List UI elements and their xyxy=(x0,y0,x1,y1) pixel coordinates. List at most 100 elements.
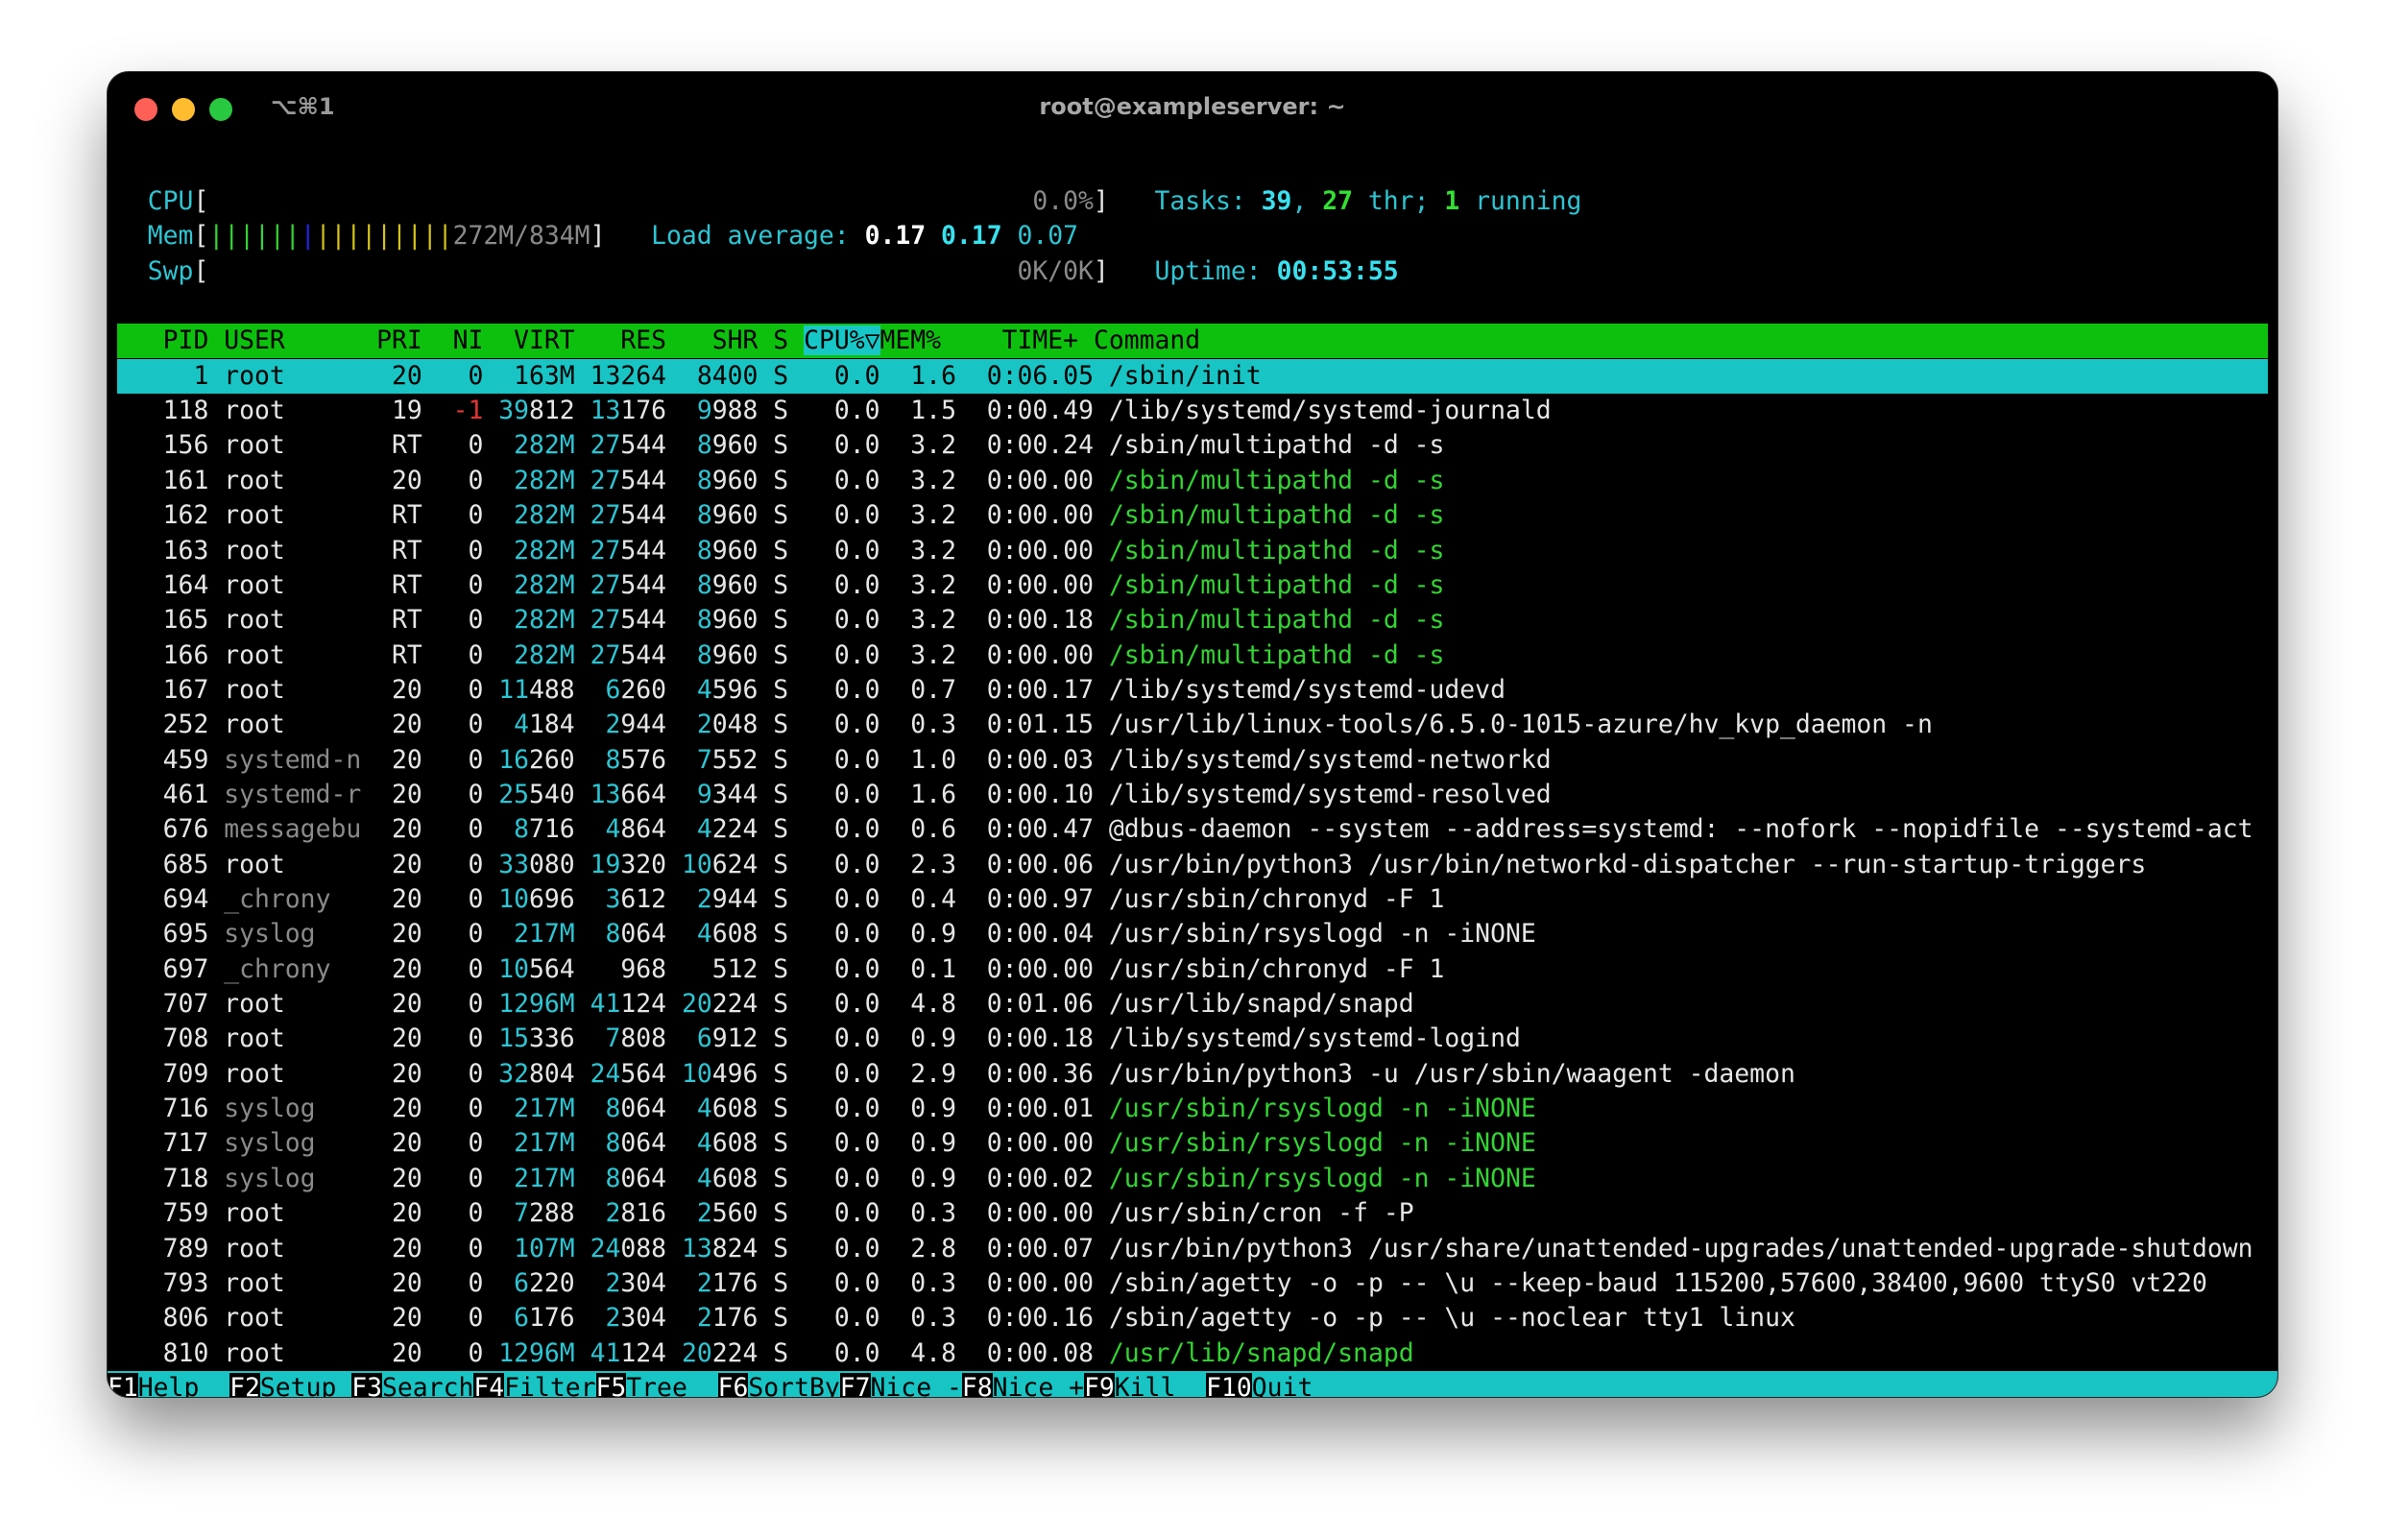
process-row[interactable]: 717 syslog 20 0 217M 8064 4608 S 0.0 0.9… xyxy=(117,1126,2268,1161)
function-key-label-search[interactable]: Search xyxy=(382,1372,474,1397)
process-row[interactable]: 695 syslog 20 0 217M 8064 4608 S 0.0 0.9… xyxy=(117,917,2268,951)
process-row[interactable]: 156 root RT 0 282M 27544 8960 S 0.0 3.2 … xyxy=(117,428,2268,463)
function-key-f3[interactable]: F3 xyxy=(351,1372,383,1397)
function-key-f7[interactable]: F7 xyxy=(839,1372,871,1397)
process-row[interactable]: 676 messagebu 20 0 8716 4864 4224 S 0.0 … xyxy=(117,812,2268,847)
function-key-f6[interactable]: F6 xyxy=(717,1372,749,1397)
cell-sep xyxy=(1094,1094,1109,1123)
function-key-label-setup[interactable]: Setup xyxy=(259,1372,352,1397)
column-header-res[interactable]: RES xyxy=(575,325,666,355)
priority-cell: 19 xyxy=(361,396,422,426)
column-header-time[interactable]: TIME+ xyxy=(941,325,1094,355)
cell-sep xyxy=(1094,780,1109,809)
process-row[interactable]: 694 _chrony 20 0 10696 3612 2944 S 0.0 0… xyxy=(117,882,2268,917)
virt-pad xyxy=(483,1059,498,1089)
cpu-cell: 0.0 xyxy=(804,884,880,914)
function-key-label-filter[interactable]: Filter xyxy=(504,1372,596,1397)
virt-cell-high: 282M xyxy=(514,535,575,565)
priority-cell: 20 xyxy=(361,1023,422,1054)
column-header-cpu[interactable]: CPU%▽ xyxy=(804,325,880,356)
function-key-label-nice[interactable]: Nice + xyxy=(992,1372,1084,1397)
function-key-label-tree[interactable]: Tree xyxy=(626,1372,718,1397)
mem-buffers-bar: | xyxy=(300,221,316,252)
process-row[interactable]: 164 root RT 0 282M 27544 8960 S 0.0 3.2 … xyxy=(117,568,2268,603)
process-row[interactable]: 163 root RT 0 282M 27544 8960 S 0.0 3.2 … xyxy=(117,534,2268,568)
function-key-bar: F1Help F2Setup F3SearchF4FilterF5Tree F6… xyxy=(108,1370,2277,1397)
user-cell: root xyxy=(224,710,362,740)
column-header-mem[interactable]: MEM% xyxy=(880,325,942,355)
process-row[interactable]: 718 syslog 20 0 217M 8064 4608 S 0.0 0.9… xyxy=(117,1162,2268,1196)
shr-cell-high: 4 xyxy=(696,814,712,845)
user-cell: root xyxy=(224,1267,362,1298)
column-header-virt[interactable]: VIRT xyxy=(483,325,575,355)
function-key-f8[interactable]: F8 xyxy=(961,1372,993,1397)
priority-cell: 20 xyxy=(361,1094,422,1124)
virt-cell: 260 xyxy=(529,744,575,775)
virt-pad xyxy=(483,361,514,391)
function-key-f9[interactable]: F9 xyxy=(1084,1372,1115,1397)
process-row[interactable]: 697 _chrony 20 0 10564 968 512 S 0.0 0.1… xyxy=(117,952,2268,987)
process-row[interactable]: 793 root 20 0 6220 2304 2176 S 0.0 0.3 0… xyxy=(117,1266,2268,1301)
res-cell: 544 xyxy=(620,465,667,495)
virt-cell-high: 11 xyxy=(498,674,530,705)
user-cell: root xyxy=(224,569,362,600)
process-row[interactable]: 716 syslog 20 0 217M 8064 4608 S 0.0 0.9… xyxy=(117,1092,2268,1126)
load-sep-1 xyxy=(926,221,941,251)
process-row[interactable]: 1 root 20 0 163M 13264 8400 S 0.0 1.6 0:… xyxy=(117,358,2268,394)
process-row[interactable]: 167 root 20 0 11488 6260 4596 S 0.0 0.7 … xyxy=(117,673,2268,708)
function-key-f2[interactable]: F2 xyxy=(229,1372,260,1397)
process-row[interactable]: 759 root 20 0 7288 2816 2560 S 0.0 0.3 0… xyxy=(117,1196,2268,1231)
shr-cell-high: 4 xyxy=(696,1163,712,1193)
process-row[interactable]: 789 root 20 0 107M 24088 13824 S 0.0 2.8… xyxy=(117,1232,2268,1266)
column-header-shr[interactable]: SHR xyxy=(666,325,759,355)
user-cell: root xyxy=(224,360,362,391)
process-row[interactable]: 161 root 20 0 282M 27544 8960 S 0.0 3.2 … xyxy=(117,464,2268,498)
function-key-f4[interactable]: F4 xyxy=(473,1372,505,1397)
mem-cell: 0.9 xyxy=(879,1094,956,1124)
process-row[interactable]: 685 root 20 0 33080 19320 10624 S 0.0 2.… xyxy=(117,848,2268,882)
virt-pad xyxy=(483,814,514,844)
cell-sep xyxy=(1094,1023,1109,1053)
cpu-meter-label: CPU xyxy=(117,186,194,216)
process-row[interactable]: 162 root RT 0 282M 27544 8960 S 0.0 3.2 … xyxy=(117,498,2268,533)
function-key-label-kill[interactable]: Kill xyxy=(1114,1372,1207,1397)
process-row[interactable]: 806 root 20 0 6176 2304 2176 S 0.0 0.3 0… xyxy=(117,1301,2268,1335)
process-row[interactable]: 252 root 20 0 4184 2944 2048 S 0.0 0.3 0… xyxy=(117,708,2268,742)
function-key-f1[interactable]: F1 xyxy=(108,1372,138,1397)
column-header-pri[interactable]: PRI xyxy=(361,325,422,355)
column-header-user[interactable]: USER xyxy=(224,325,361,355)
function-key-label-nice[interactable]: Nice - xyxy=(870,1372,962,1397)
function-key-label-quit[interactable]: Quit xyxy=(1251,1372,2168,1397)
mem-cell: 0.9 xyxy=(879,919,956,950)
column-header-state[interactable]: S xyxy=(758,325,804,355)
res-cell: 544 xyxy=(620,430,667,461)
virt-cell-high: 8 xyxy=(514,814,530,845)
process-row[interactable]: 709 root 20 0 32804 24564 10496 S 0.0 2.… xyxy=(117,1057,2268,1092)
process-row[interactable]: 165 root RT 0 282M 27544 8960 S 0.0 3.2 … xyxy=(117,603,2268,638)
command-cell: /lib/systemd/systemd-resolved xyxy=(1108,779,1552,809)
process-row[interactable]: 708 root 20 0 15336 7808 6912 S 0.0 0.9 … xyxy=(117,1022,2268,1056)
cpu-meter-bar-empty xyxy=(208,186,1032,216)
function-key-f5[interactable]: F5 xyxy=(595,1372,627,1397)
process-row[interactable]: 166 root RT 0 282M 27544 8960 S 0.0 3.2 … xyxy=(117,638,2268,673)
function-key-label-sortby[interactable]: SortBy xyxy=(748,1372,840,1397)
swap-meter: Swp[ 0K/0K] Uptime: 00:53:55 xyxy=(117,254,2268,289)
function-key-f10[interactable]: F10 xyxy=(1206,1372,1252,1397)
process-row[interactable]: 810 root 20 0 1296M 41124 20224 S 0.0 4.… xyxy=(117,1336,2268,1371)
process-row[interactable]: 461 systemd-r 20 0 25540 13664 9344 S 0.… xyxy=(117,778,2268,812)
shr-cell-high: 6 xyxy=(696,1023,712,1054)
function-key-label-help[interactable]: Help xyxy=(137,1372,230,1397)
column-header-ni[interactable]: NI xyxy=(422,325,484,355)
nice-cell: 0 xyxy=(422,1163,484,1193)
shr-cell: 400 xyxy=(711,360,759,391)
process-row[interactable]: 707 root 20 0 1296M 41124 20224 S 0.0 4.… xyxy=(117,987,2268,1022)
pid-cell: 810 xyxy=(117,1337,209,1368)
process-row[interactable]: 459 systemd-n 20 0 16260 8576 7552 S 0.0… xyxy=(117,743,2268,778)
process-row[interactable]: 118 root 19 -1 39812 13176 9988 S 0.0 1.… xyxy=(117,394,2268,428)
pid-cell: 459 xyxy=(117,744,209,775)
shr-cell-high: 8 xyxy=(696,535,712,565)
column-header-command[interactable]: Command xyxy=(1094,325,2277,355)
column-header-pid[interactable]: PID xyxy=(117,325,224,355)
cpu-cell: 0.0 xyxy=(804,1233,880,1263)
time-cell: 0:00.06 xyxy=(955,849,1094,879)
